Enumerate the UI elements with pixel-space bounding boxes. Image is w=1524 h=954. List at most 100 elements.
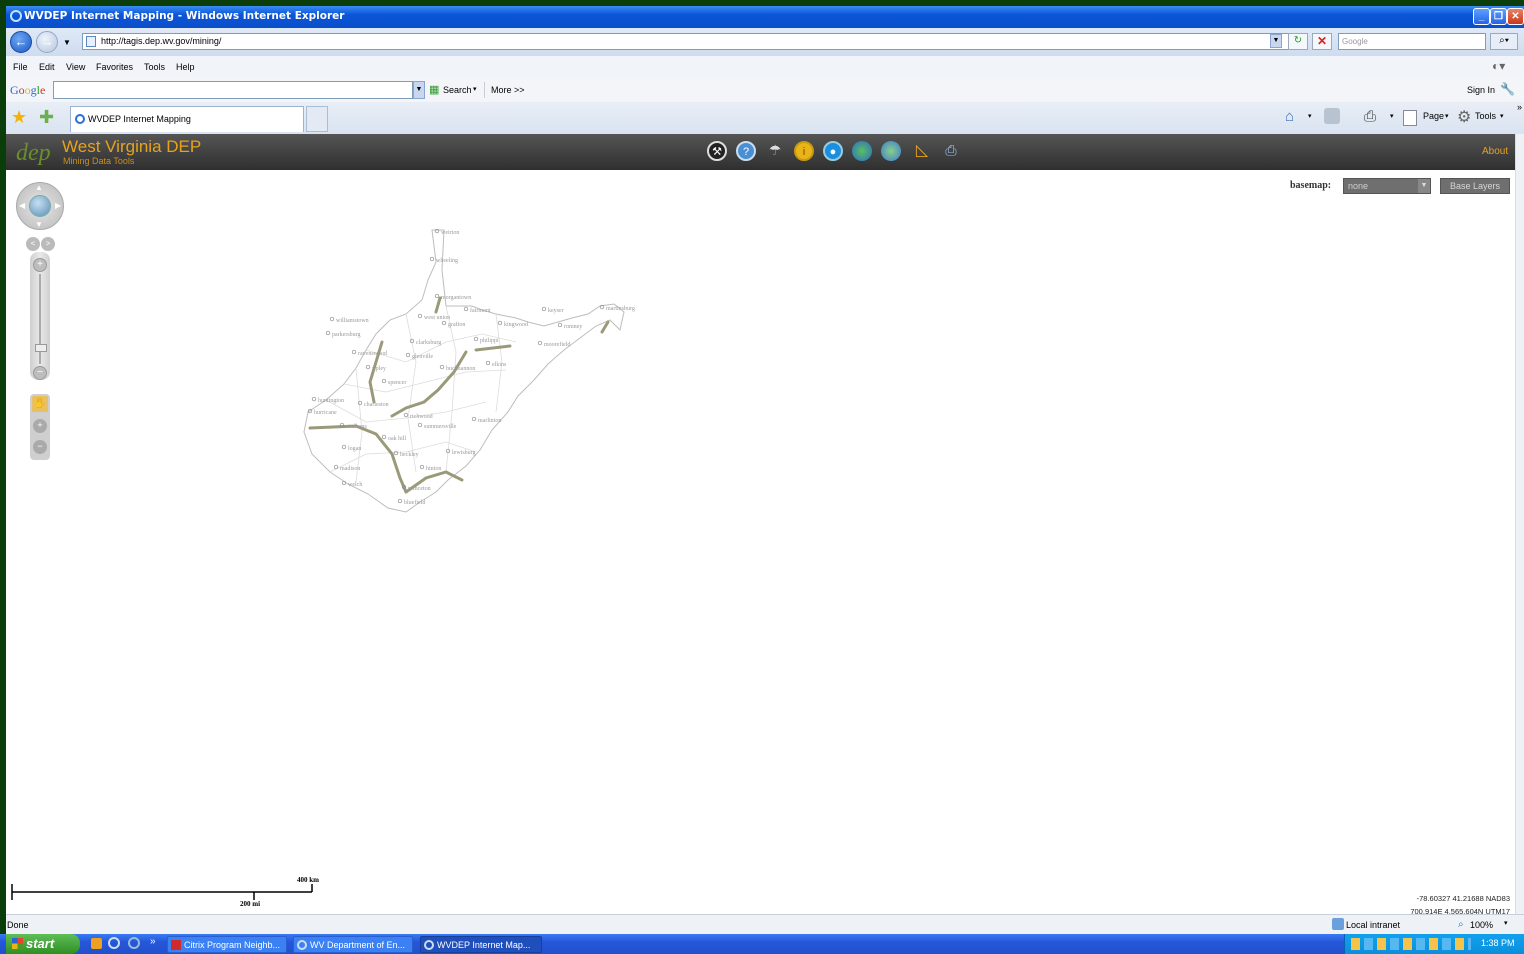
favorites-star-icon[interactable]: ★ (11, 107, 27, 127)
zoom-handle[interactable] (35, 344, 47, 352)
weather-icon[interactable]: ☂ (765, 141, 785, 161)
base-layers-button[interactable]: Base Layers (1440, 178, 1510, 194)
ie-quicklaunch-icon-2[interactable] (128, 937, 140, 949)
previous-extent-icon[interactable]: < (26, 237, 40, 251)
pan-control[interactable]: ▲ ▼ ◀ ▶ (16, 182, 64, 230)
new-tab-button[interactable] (306, 106, 328, 132)
stop-button[interactable]: ✕ (1312, 33, 1332, 50)
town-marker (473, 336, 479, 342)
tab-label: WVDEP Internet Mapping (88, 114, 191, 124)
menu-favorites[interactable]: Favorites (96, 62, 133, 72)
pan-left-icon[interactable]: ◀ (19, 201, 25, 210)
print-icon[interactable]: ⎙ (1364, 108, 1376, 125)
pan-right-icon[interactable]: ▶ (55, 201, 61, 210)
google-search-dropdown-icon[interactable]: ▼ (413, 81, 425, 99)
vertical-scrollbar[interactable] (1515, 134, 1524, 914)
tools-dropdown-icon[interactable]: ▾ (1500, 112, 1504, 120)
wrench-icon[interactable]: 🔧 (1500, 82, 1515, 96)
tab-wvdep-internet-mapping[interactable]: WVDEP Internet Mapping (70, 106, 304, 132)
taskbar-item-citrix[interactable]: Citrix Program Neighb... (167, 936, 287, 953)
full-extent-icon[interactable] (29, 195, 51, 217)
google-search-input[interactable] (53, 81, 413, 99)
address-input[interactable]: http://tagis.dep.wv.gov/mining/ (82, 33, 1298, 50)
home-dropdown-icon[interactable]: ▾ (1308, 112, 1312, 120)
menu-edit[interactable]: Edit (39, 62, 55, 72)
measure-ruler-icon[interactable]: ◺ (912, 141, 932, 161)
menu-help[interactable]: Help (176, 62, 195, 72)
page-dropdown-icon[interactable]: ▾ (1445, 112, 1449, 120)
zoom-out-icon[interactable]: − (33, 366, 47, 380)
taskbar-item-wv-department[interactable]: WV Department of En... (293, 936, 413, 953)
town-marker (463, 306, 469, 312)
page-content: dep West Virginia DEP Mining Data Tools … (6, 134, 1515, 916)
zoom-level[interactable]: 100% (1470, 920, 1493, 930)
close-button[interactable]: ✕ (1507, 8, 1524, 25)
pan-down-icon[interactable]: ▼ (35, 220, 43, 229)
outlook-quicklaunch-icon[interactable] (91, 938, 102, 949)
home-icon[interactable]: ⌂ (1285, 108, 1294, 125)
water-drop-icon[interactable]: ● (823, 141, 843, 161)
identify-icon[interactable]: ? (736, 141, 756, 161)
refresh-button[interactable]: ↻ (1288, 33, 1308, 50)
start-button[interactable]: start (6, 934, 80, 954)
town-label: romney (564, 324, 582, 330)
zoom-slider[interactable]: + − (30, 252, 50, 380)
tray-icons[interactable] (1351, 938, 1471, 950)
tools-gear-icon: ⚙ (1457, 109, 1472, 126)
about-link[interactable]: About (1482, 146, 1508, 157)
google-more-button[interactable]: More >> (491, 85, 525, 95)
google-search-dropdown-arrow[interactable]: ▾ (473, 85, 477, 93)
mining-tools-icon[interactable]: ⚒ (707, 141, 727, 161)
zoom-in-box-icon[interactable]: + (33, 419, 47, 433)
basemap-select[interactable]: none ▼ (1343, 178, 1431, 194)
print-map-icon[interactable]: ⎙ (941, 141, 961, 161)
menu-tools[interactable]: Tools (144, 62, 165, 72)
google-sign-in-link[interactable]: Sign In (1467, 85, 1495, 95)
tab-bar: ★ ✚ WVDEP Internet Mapping ⌂ ▾ ⎙ ▾ Page … (6, 102, 1524, 135)
town-marker (397, 498, 403, 504)
print-dropdown-icon[interactable]: ▾ (1390, 112, 1394, 120)
town-label: ripley (372, 366, 386, 372)
menu-file[interactable]: File (13, 62, 28, 72)
chevron-more-icon[interactable]: » (1517, 102, 1522, 112)
pan-up-icon[interactable]: ▲ (35, 183, 43, 192)
feeds-icon[interactable] (1324, 108, 1340, 124)
forward-button[interactable]: → (36, 31, 58, 53)
town-marker (333, 464, 339, 470)
town-marker (405, 352, 411, 358)
town-label: martinsburg (606, 306, 635, 312)
page-menu-button[interactable]: Page (1423, 111, 1444, 121)
zoom-dropdown-icon[interactable]: ▾ (1504, 919, 1508, 927)
add-favorite-icon[interactable]: ✚ (39, 107, 54, 127)
town-label: princeton (408, 486, 431, 492)
search-input[interactable]: Google (1338, 33, 1486, 50)
zoom-in-icon[interactable]: + (33, 258, 47, 272)
back-button[interactable]: ← (10, 31, 32, 53)
town-label: spencer (388, 380, 406, 386)
menu-view[interactable]: View (66, 62, 85, 72)
search-globe-icon[interactable] (881, 141, 901, 161)
google-search-button[interactable]: Search (443, 85, 472, 95)
taskbar-item-wvdep-mapping[interactable]: WVDEP Internet Map... (420, 936, 542, 953)
quicklaunch-more-icon[interactable]: » (150, 936, 156, 947)
taskbar: start » Citrix Program Neighb... WV Depa… (0, 934, 1524, 954)
security-zone[interactable]: Local intranet (1346, 920, 1400, 930)
minimize-button[interactable]: _ (1473, 8, 1490, 25)
ie-quicklaunch-icon[interactable] (108, 937, 120, 949)
translate-icon[interactable]: ◐▾ (1492, 59, 1505, 73)
tools-menu-button[interactable]: Tools (1475, 111, 1496, 121)
next-extent-icon[interactable]: > (41, 237, 55, 251)
info-icon[interactable]: i (794, 141, 814, 161)
globe-icon[interactable] (852, 141, 872, 161)
maximize-button[interactable]: ❐ (1490, 8, 1507, 25)
town-label: parkersburg (332, 332, 361, 338)
search-button[interactable]: ⌕▾ (1490, 33, 1518, 50)
scale-km-label: 400 km (297, 876, 319, 884)
address-dropdown-icon[interactable]: ▼ (1270, 34, 1282, 48)
map-west-virginia[interactable]: weirton wheeling morgantown williamstown par… (296, 222, 656, 522)
recent-pages-dropdown-icon[interactable]: ▼ (63, 38, 71, 47)
town-marker (329, 316, 335, 322)
zoom-out-box-icon[interactable]: − (33, 440, 47, 454)
pan-hand-icon[interactable]: ✋ (32, 396, 48, 412)
start-label: start (26, 936, 55, 951)
